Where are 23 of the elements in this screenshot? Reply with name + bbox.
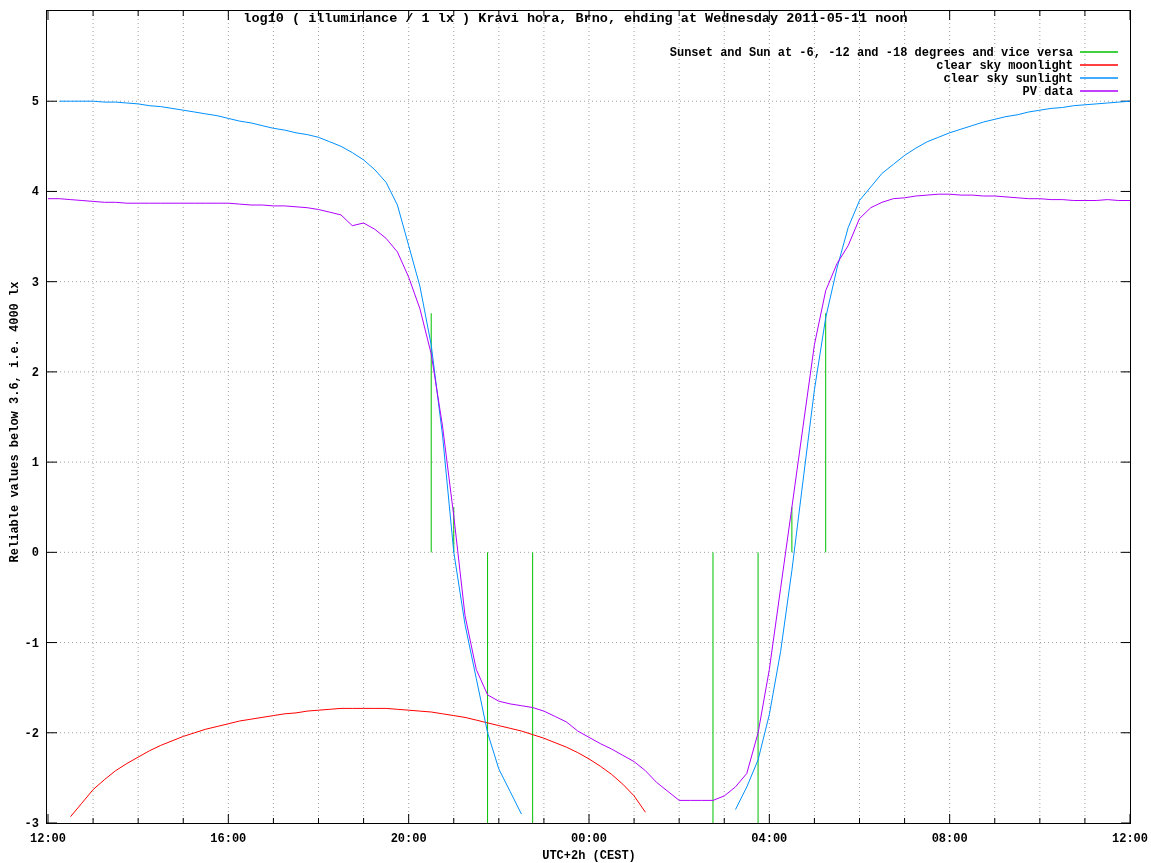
tick-label: 00:00 — [571, 832, 607, 846]
tick-label: -2 — [24, 726, 39, 741]
legend-label: clear sky sunlight — [943, 72, 1073, 86]
tick-label: -3 — [24, 817, 39, 831]
tick-label: 16:00 — [210, 832, 247, 846]
tick-label: 0 — [31, 546, 39, 561]
tick-label: 12:00 — [1112, 832, 1148, 846]
tick-label: -1 — [24, 636, 39, 651]
legend-label: Sunset and Sun at -6, -12 and -18 degrees and vice versa — [669, 46, 1073, 60]
legend-label: clear sky moonlight — [936, 59, 1073, 73]
tick-label: 3 — [31, 275, 39, 290]
tick-label: 20:00 — [390, 832, 427, 846]
tick-label: 2 — [31, 365, 39, 380]
y-axis-label: Reliable values below 3.6, i.e. 4000 lx — [8, 281, 22, 563]
tick-label: 5 — [31, 95, 39, 110]
chart-title: log10 ( illuminance / 1 lx ) Kravi hora, Brno, ending at Wednesday 2011-05-11 noon — [243, 11, 908, 26]
tick-label: 04:00 — [751, 832, 788, 846]
tick-label: 1 — [31, 456, 39, 471]
tick-label: 4 — [31, 185, 39, 200]
x-axis-label: UTC+2h (CEST) — [542, 849, 636, 863]
tick-label: 12:00 — [30, 832, 66, 846]
tick-label: 08:00 — [931, 832, 968, 846]
legend-label: PV data — [1022, 85, 1073, 99]
